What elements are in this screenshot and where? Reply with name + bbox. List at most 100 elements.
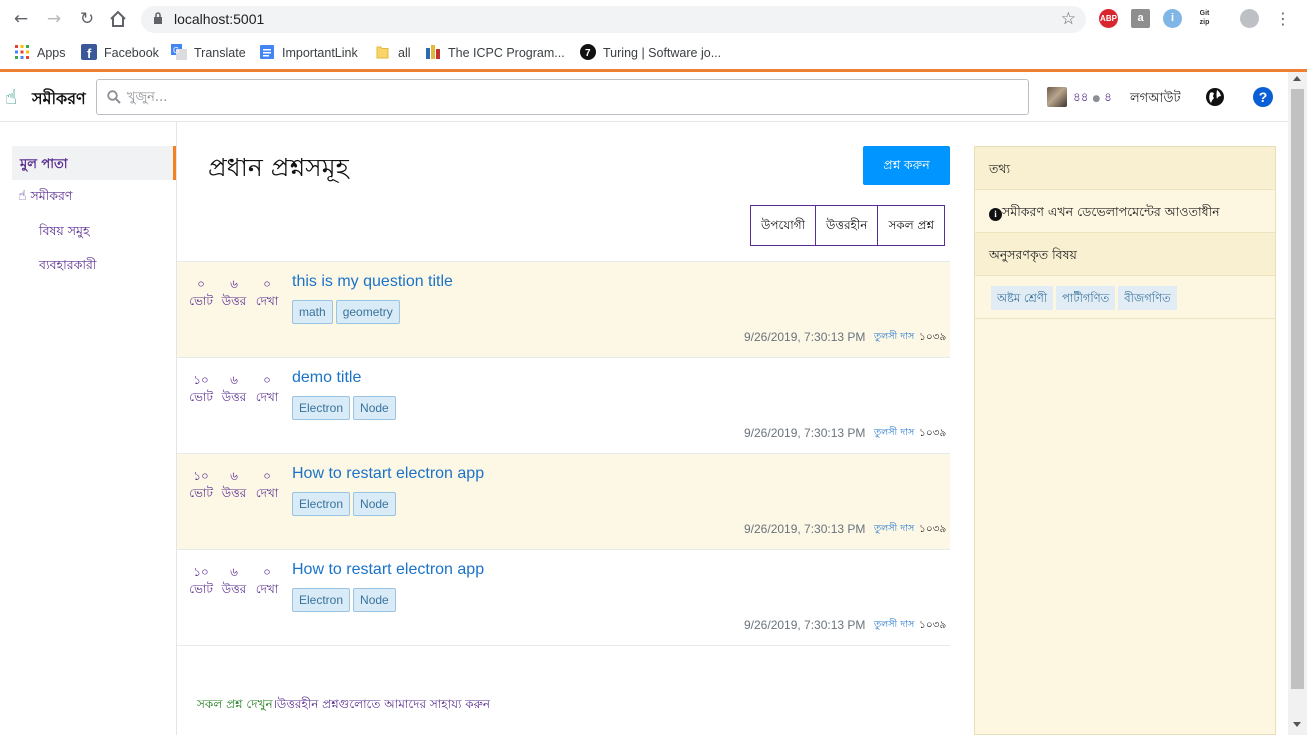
question-title-link[interactable]: How to restart electron app	[292, 561, 484, 579]
user-avatar[interactable]	[1047, 87, 1067, 107]
vote-count: ১০	[193, 469, 209, 483]
followed-tag[interactable]: পাটীগণিত	[1056, 286, 1116, 310]
bookmark-icpc[interactable]: The ICPC Program...	[425, 43, 565, 63]
profile-icon[interactable]	[1240, 9, 1259, 28]
reload-icon[interactable]: ↻	[76, 8, 98, 30]
search-box[interactable]	[96, 79, 1029, 115]
bookmark-label: Turing | Software jo...	[603, 46, 722, 60]
tag-chip[interactable]: Electron	[292, 492, 351, 516]
bookmark-all[interactable]: all	[375, 43, 411, 63]
bookmark-turing[interactable]: 7 Turing | Software jo...	[580, 43, 721, 63]
filter-useful[interactable]: উপযোগী	[751, 206, 815, 245]
followed-tag[interactable]: অষ্টম শ্রেণী	[991, 286, 1054, 310]
tag-chip[interactable]: Node	[353, 396, 396, 420]
answer-label: উত্তর	[221, 294, 247, 308]
adblock-extension-icon[interactable]: ABP	[1099, 9, 1118, 28]
url-text[interactable]: localhost:5001	[174, 11, 264, 27]
view-stat: ০ দেখা	[250, 276, 284, 310]
footer-help-text: সকল প্রশ্ন দেখুন।উত্তরহীন প্রশ্নগুলোতে আ…	[197, 696, 490, 716]
view-stat: ০ দেখা	[250, 468, 284, 502]
tag-chip[interactable]: Electron	[292, 588, 351, 612]
question-tags: math geometry	[292, 300, 400, 324]
view-label: দেখা	[255, 486, 279, 500]
question-title-link[interactable]: How to restart electron app	[292, 465, 484, 483]
view-count: ০	[263, 277, 271, 291]
list-divider	[177, 645, 950, 646]
vote-count: ০	[197, 277, 205, 291]
ask-question-button[interactable]: প্রশ্ন করুন	[863, 146, 950, 185]
bookmark-translate[interactable]: G Translate	[171, 43, 246, 63]
svg-text:G: G	[173, 46, 179, 55]
scroll-up-icon[interactable]	[1293, 76, 1301, 81]
all-questions-link[interactable]: সকল প্রশ্ন দেখুন	[197, 697, 273, 711]
view-count: ০	[263, 565, 271, 579]
app-topbar: ☝ সমীকরণ ৪৪ ● ৪ লগআউট ?	[0, 72, 1288, 122]
doc-icon	[260, 45, 274, 59]
question-author-link[interactable]: তুলসী দাস	[874, 426, 914, 441]
turing-icon: 7	[580, 44, 596, 60]
nav-section-label: সমীকরণ	[30, 188, 73, 203]
answer-label: উত্তর	[221, 486, 247, 500]
logout-link[interactable]: লগআউট	[1130, 89, 1181, 110]
bookmark-apps[interactable]: Apps	[14, 43, 66, 63]
tag-chip[interactable]: Node	[353, 492, 396, 516]
back-arrow-icon[interactable]: ←	[10, 8, 32, 30]
vote-stat: ০ ভোট	[184, 276, 218, 310]
vote-label: ভোট	[189, 294, 213, 308]
gitzip-extension-icon[interactable]: Git zip	[1195, 9, 1214, 28]
search-input[interactable]	[127, 85, 1007, 109]
globe-icon[interactable]	[1205, 87, 1225, 107]
bookmark-importantlink[interactable]: ImportantLink	[259, 43, 358, 63]
home-icon[interactable]	[107, 8, 129, 30]
page-title: প্রধান প্রশ্নসমূহ	[208, 153, 349, 182]
nav-topics[interactable]: বিষয় সমুহ	[39, 223, 90, 243]
nav-home-label: মুল পাতা	[20, 157, 68, 172]
info-text: সমীকরণ এখন ডেভেলাপমেন্টের আওতাধীন	[1002, 204, 1220, 219]
bookmark-label: Translate	[194, 46, 246, 60]
filter-all-questions[interactable]: সকল প্রশ্ন	[877, 206, 944, 245]
translate-icon: G	[171, 44, 187, 60]
info-header: তথ্য	[975, 147, 1275, 190]
question-author-link[interactable]: তুলসী দাস	[874, 522, 914, 537]
question-author-link[interactable]: তুলসী দাস	[874, 618, 914, 633]
nav-users[interactable]: ব্যবহারকারী	[39, 257, 96, 277]
bookmark-label: all	[398, 46, 411, 60]
tag-chip[interactable]: math	[292, 300, 333, 324]
bookmark-facebook[interactable]: f Facebook	[81, 43, 159, 63]
filter-unanswered[interactable]: উত্তরহীন	[815, 206, 877, 245]
followed-tag[interactable]: বীজগণিত	[1118, 286, 1177, 310]
right-sidebar: তথ্য i সমীকরণ এখন ডেভেলাপমেন্টের আওতাধীন …	[974, 146, 1276, 735]
bookmark-star-icon[interactable]: ☆	[1061, 9, 1076, 29]
extension-a-icon[interactable]: a	[1131, 9, 1150, 28]
question-tags: Electron Node	[292, 396, 396, 420]
author-reputation: ১০৩৯	[919, 331, 947, 343]
tag-chip[interactable]: geometry	[335, 300, 400, 324]
question-author-link[interactable]: তুলসী দাস	[874, 330, 914, 345]
question-title-link[interactable]: demo title	[292, 369, 361, 387]
scroll-thumb[interactable]	[1291, 89, 1304, 689]
question-date: 9/26/2019, 7:30:13 PM	[744, 522, 866, 536]
scroll-down-icon[interactable]	[1293, 722, 1301, 727]
tag-chip[interactable]: Node	[353, 588, 396, 612]
question-row: ১০ ভোট ৬ উত্তর ০ দেখা How to restart electr…	[177, 549, 950, 645]
nav-home[interactable]: মুল পাতা	[12, 146, 176, 180]
forward-arrow-icon[interactable]: →	[43, 8, 65, 30]
author-reputation: ১০৩৯	[919, 427, 947, 439]
help-icon[interactable]: ?	[1253, 87, 1273, 107]
page-scrollbar[interactable]	[1288, 72, 1307, 735]
address-bar[interactable]: localhost:5001 ☆	[141, 6, 1086, 33]
vote-stat: ১০ ভোট	[184, 564, 218, 598]
site-logo[interactable]: সমীকরণ	[32, 86, 86, 113]
answer-count: ৬	[230, 565, 238, 579]
view-label: দেখা	[255, 582, 279, 596]
question-title-link[interactable]: this is my question title	[292, 273, 453, 291]
bookmark-label: Facebook	[104, 46, 159, 60]
nav-section-somikoron[interactable]: ☝ সমীকরণ	[18, 188, 72, 208]
tag-chip[interactable]: Electron	[292, 396, 351, 420]
menu-dots-icon[interactable]: ⋮	[1272, 8, 1294, 30]
info-extension-icon[interactable]: i	[1163, 9, 1182, 28]
apps-grid-icon	[15, 45, 29, 59]
bookmark-label: Apps	[37, 46, 66, 60]
author-reputation: ১০৩৯	[919, 523, 947, 535]
pointing-hand-logo-icon[interactable]: ☝	[5, 85, 17, 109]
